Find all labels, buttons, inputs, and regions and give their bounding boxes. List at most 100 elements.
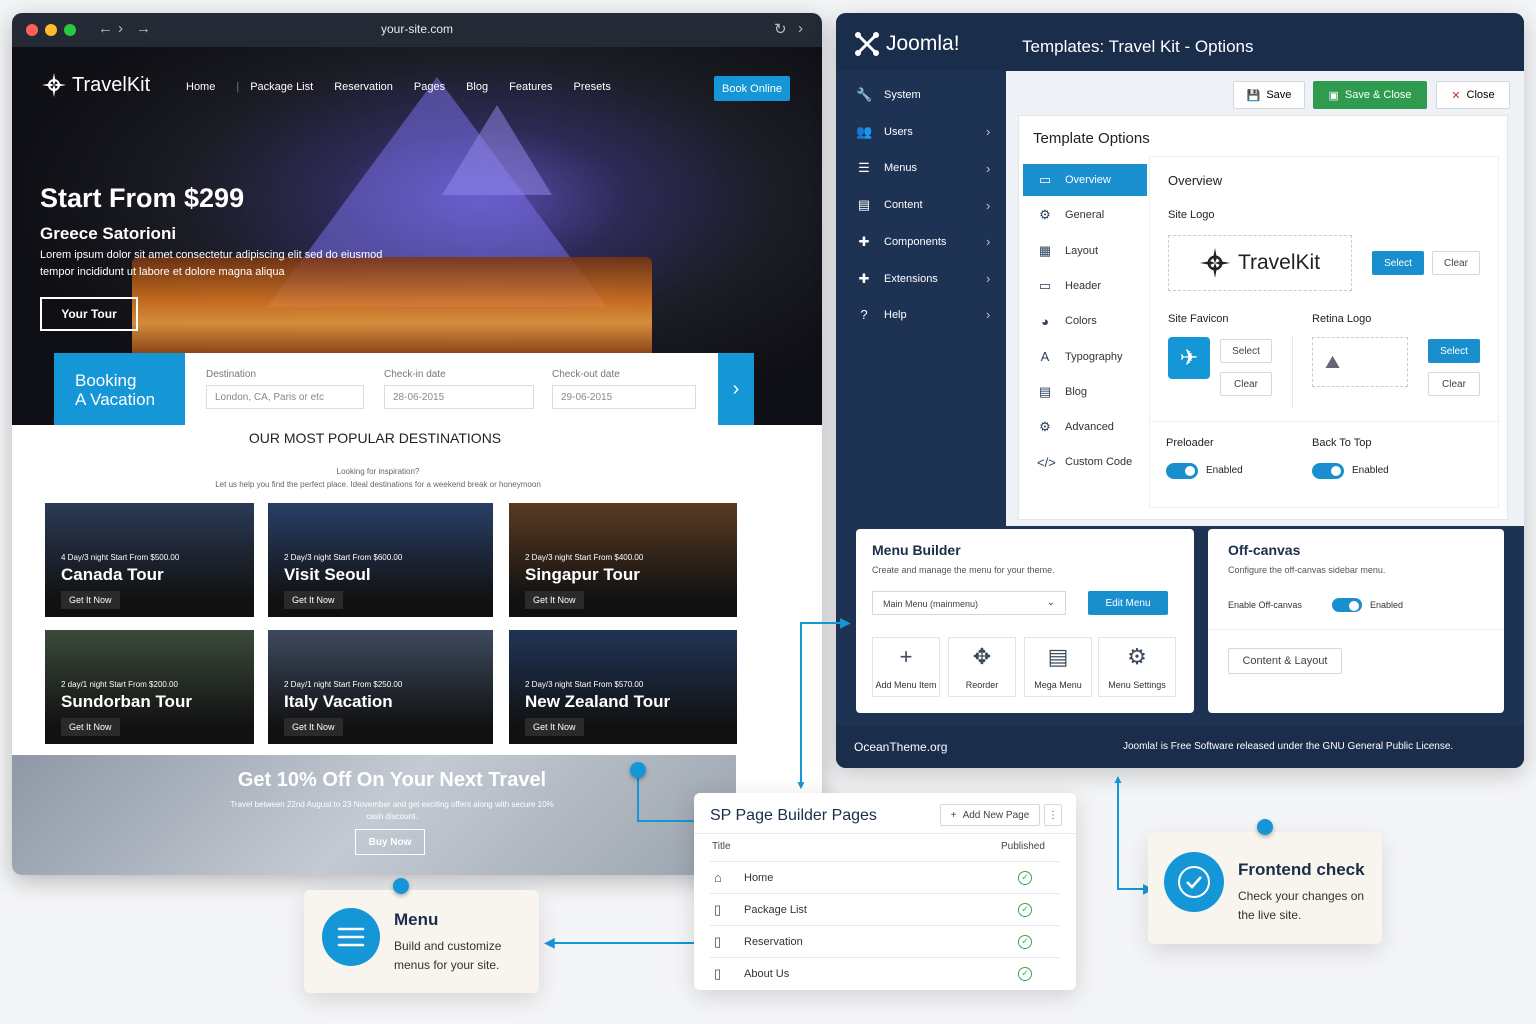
destination-input[interactable]: London, CA, Paris or etc bbox=[206, 385, 364, 409]
favicon-clear-button[interactable]: Clear bbox=[1220, 372, 1272, 396]
get-it-now-button[interactable]: Get It Now bbox=[61, 718, 120, 736]
page-title-cell[interactable]: About Us bbox=[744, 968, 789, 980]
get-it-now-button[interactable]: Get It Now bbox=[525, 718, 584, 736]
address-bar[interactable]: your-site.com bbox=[12, 22, 822, 36]
offcanvas-desc: Configure the off-canvas sidebar menu. bbox=[1228, 565, 1386, 575]
published-check-icon[interactable]: ✓ bbox=[1018, 902, 1032, 917]
page-title-cell[interactable]: Package List bbox=[744, 904, 807, 916]
site-logo[interactable]: TravelKit bbox=[42, 73, 150, 97]
connector-line bbox=[800, 622, 802, 784]
published-check-icon[interactable]: ✓ bbox=[1018, 934, 1032, 949]
nav-item-features[interactable]: Features bbox=[509, 81, 552, 93]
retina-clear-button[interactable]: Clear bbox=[1428, 372, 1480, 396]
joomla-admin-window: Joomla! Templates: Travel Kit - Options … bbox=[836, 13, 1524, 768]
table-row[interactable]: ▯ About Us ✓ bbox=[710, 957, 1060, 989]
add-new-page-button[interactable]: + Add New Page bbox=[940, 804, 1040, 826]
favicon-select-button[interactable]: Select bbox=[1220, 339, 1272, 363]
site-logo-label: Site Logo bbox=[1168, 209, 1215, 221]
published-check-icon[interactable]: ✓ bbox=[1018, 870, 1032, 885]
destination-card[interactable]: 2 day/1 night Start From $200.00 Sundorba… bbox=[45, 630, 254, 744]
destination-card-name: Singapur Tour bbox=[525, 565, 640, 584]
joomla-logo[interactable]: Joomla! bbox=[854, 31, 960, 57]
checkout-input[interactable]: 29-06-2015 bbox=[552, 385, 696, 409]
header-icon: ▭ bbox=[1038, 277, 1052, 293]
checkin-label: Check-in date bbox=[384, 369, 446, 380]
buy-now-button[interactable]: Buy Now bbox=[355, 829, 425, 855]
menu-callout-title: Menu bbox=[394, 910, 439, 929]
destination-card[interactable]: 2 Day/3 night Start From $600.00 Visit Se… bbox=[268, 503, 493, 617]
table-row[interactable]: ▯ Package List ✓ bbox=[710, 893, 1060, 925]
tab-label: General bbox=[1065, 209, 1105, 222]
sidebar-item-help[interactable]: ? Help › bbox=[856, 307, 1006, 322]
nav-item-reservation[interactable]: Reservation bbox=[334, 81, 393, 93]
sidebar-item-label: Components bbox=[884, 235, 947, 248]
tab-advanced[interactable]: ⚙ Advanced bbox=[1023, 411, 1147, 443]
puzzle-icon: ✚ bbox=[858, 233, 870, 249]
table-row[interactable]: ▯ Reservation ✓ bbox=[710, 925, 1060, 957]
tab-overview[interactable]: ▭ Overview bbox=[1023, 164, 1147, 196]
checkin-input[interactable]: 28-06-2015 bbox=[384, 385, 534, 409]
tab-colors[interactable]: ◕ Colors bbox=[1023, 305, 1147, 337]
destination-card[interactable]: 2 Day/3 night Start From $400.00 Singapur… bbox=[509, 503, 737, 617]
tab-blog[interactable]: ▤ Blog bbox=[1023, 376, 1147, 408]
page-title-cell[interactable]: Home bbox=[744, 872, 773, 884]
footer-brand[interactable]: OceanTheme.org bbox=[854, 740, 947, 754]
destination-card[interactable]: 2 Day/1 night Start From $250.00 Italy Va… bbox=[268, 630, 493, 744]
get-it-now-button[interactable]: Get It Now bbox=[284, 718, 343, 736]
tab-typography[interactable]: A Typography bbox=[1023, 341, 1147, 373]
hero-subtitle: Greece Satorioni bbox=[40, 224, 177, 243]
menu-tile-menu-settings[interactable]: ⚙ Menu Settings bbox=[1098, 637, 1176, 697]
save-button[interactable]: 💾 Save bbox=[1233, 81, 1305, 109]
menu-tile-reorder[interactable]: ✥ Reorder bbox=[948, 637, 1016, 697]
chevron-down-icon: ⌄ bbox=[1046, 597, 1055, 608]
sidebar-item-label: Extensions bbox=[884, 272, 938, 285]
destination-card[interactable]: 4 Day/3 night Start From $500.00 Canada T… bbox=[45, 503, 254, 617]
more-options-icon[interactable]: ⋮ bbox=[1044, 804, 1062, 826]
checkout-label: Check-out date bbox=[552, 369, 620, 380]
chevron-right-icon: › bbox=[986, 197, 991, 213]
save-close-button[interactable]: ▣ Save & Close bbox=[1313, 81, 1427, 109]
sidebar-item-extensions[interactable]: ✚ Extensions › bbox=[856, 271, 1006, 287]
table-row[interactable]: ⌂ Home ✓ bbox=[710, 861, 1060, 893]
published-check-icon[interactable]: ✓ bbox=[1018, 966, 1032, 981]
sidebar-item-menus[interactable]: ☰ Menus › bbox=[856, 160, 1006, 176]
destination-card[interactable]: 2 Day/3 night Start From $570.00 New Zeal… bbox=[509, 630, 737, 744]
booking-submit-chevron-icon[interactable]: › bbox=[718, 353, 754, 425]
edit-menu-button[interactable]: Edit Menu bbox=[1088, 591, 1168, 615]
nav-item-blog[interactable]: Blog bbox=[466, 81, 488, 93]
menu-tile-add-menu-item[interactable]: + Add Menu Item bbox=[872, 637, 940, 697]
site-logo-clear-button[interactable]: Clear bbox=[1432, 251, 1480, 275]
close-button[interactable]: ✕ Close bbox=[1436, 81, 1510, 109]
site-logo-select-button[interactable]: Select bbox=[1372, 251, 1424, 275]
destination-card-tag: 2 Day/3 night Start From $570.00 bbox=[525, 680, 644, 689]
nav-item-home[interactable]: Home bbox=[186, 81, 215, 93]
nav-item-presets[interactable]: Presets bbox=[574, 81, 611, 93]
nav-item-package-list[interactable]: Package List bbox=[250, 81, 313, 93]
nav-item-pages[interactable]: Pages bbox=[414, 81, 445, 93]
plus-icon: + bbox=[899, 644, 913, 669]
tab-header[interactable]: ▭ Header bbox=[1023, 270, 1147, 302]
get-it-now-button[interactable]: Get It Now bbox=[61, 591, 120, 609]
sidebar-item-users[interactable]: 👥 Users › bbox=[856, 124, 1006, 140]
tab-custom-code[interactable]: </> Custom Code bbox=[1023, 446, 1147, 478]
menu-tile-mega-menu[interactable]: ▤ Mega Menu bbox=[1024, 637, 1092, 697]
chevron-right-icon[interactable]: › bbox=[798, 20, 803, 37]
sidebar-item-components[interactable]: ✚ Components › bbox=[856, 234, 1006, 250]
retina-select-button[interactable]: Select bbox=[1428, 339, 1480, 363]
tab-general[interactable]: ⚙ General bbox=[1023, 199, 1147, 231]
sidebar-item-content[interactable]: ▤ Content › bbox=[856, 197, 1006, 213]
book-online-button[interactable]: Book Online bbox=[714, 76, 790, 101]
preloader-toggle[interactable] bbox=[1166, 463, 1198, 479]
menu-select[interactable]: Main Menu (mainmenu) ⌄ bbox=[872, 591, 1066, 615]
get-it-now-button[interactable]: Get It Now bbox=[284, 591, 343, 609]
page-title-cell[interactable]: Reservation bbox=[744, 936, 803, 948]
get-it-now-button[interactable]: Get It Now bbox=[525, 591, 584, 609]
offcanvas-toggle[interactable] bbox=[1332, 598, 1362, 612]
sidebar-item-system[interactable]: 🔧 System bbox=[856, 87, 1006, 103]
back-to-top-toggle[interactable] bbox=[1312, 463, 1344, 479]
content-layout-button[interactable]: Content & Layout bbox=[1228, 648, 1342, 674]
your-tour-button[interactable]: Your Tour bbox=[40, 297, 138, 331]
tab-layout[interactable]: ▦ Layout bbox=[1023, 235, 1147, 267]
reload-icon[interactable]: ↻ bbox=[774, 20, 787, 38]
destination-card-name: New Zealand Tour bbox=[525, 692, 671, 711]
